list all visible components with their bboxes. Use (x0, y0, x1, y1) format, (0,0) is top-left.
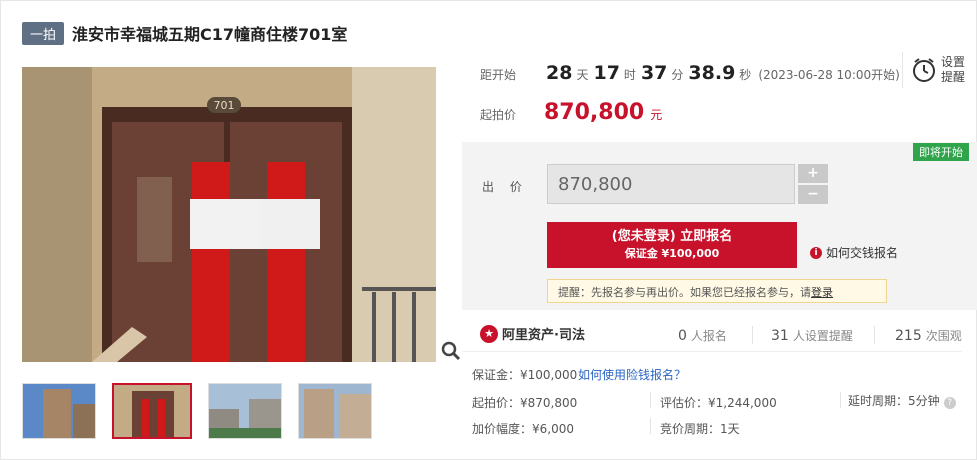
how-to-pay-label: 如何交钱报名 (826, 246, 899, 260)
reminder-count-value: 31 (771, 328, 789, 344)
divider (650, 418, 651, 434)
delay-period: 延时周期：5分钟? (848, 392, 956, 409)
countdown: 距开始 28 天 17 时 37 分 38.9 秒 (2023-06-28 10… (462, 62, 977, 84)
thumbnail-3[interactable] (208, 383, 282, 439)
info-icon: i (810, 246, 822, 259)
divider (650, 392, 651, 408)
delay-period-text: 延时周期：5分钟 (848, 394, 940, 408)
increase-bid-button[interactable]: + (798, 164, 828, 183)
decrease-bid-button[interactable]: − (798, 185, 828, 204)
login-notice: 提醒：先报名参与再出价。如果您已经报名参与，请登录 (547, 279, 887, 303)
start-time: (2023-06-28 10:00开始) (758, 68, 900, 82)
start-price-unit: 元 (650, 108, 663, 122)
divider (874, 326, 875, 344)
help-icon[interactable]: ? (943, 397, 956, 409)
bidding-period: 竞价周期：1天 (660, 422, 740, 436)
view-count: 215 次围观 (895, 327, 962, 344)
ali-logo-icon: ★ (480, 324, 498, 343)
signup-count: 0 人报名 (678, 327, 727, 344)
divider (752, 326, 753, 344)
login-link[interactable]: 登录 (811, 286, 833, 299)
thumbnail-4[interactable] (298, 383, 372, 439)
door-number: 701 (214, 99, 235, 112)
reminder-count: 31 人设置提醒 (771, 327, 853, 344)
bid-amount-input[interactable]: 870,800 (547, 164, 795, 204)
bid-label: 出 价 (482, 180, 528, 194)
auction-round-tag: 一拍 (22, 21, 65, 45)
signup-button[interactable]: (您未登录) 立即报名 保证金 ¥100,000 (547, 222, 797, 268)
hours-unit: 时 (623, 68, 636, 82)
bid-panel: 即将开始 出 价 870,800 + − (您未登录) 立即报名 保证金 ¥10… (462, 142, 977, 310)
countdown-seconds: 38.9 (688, 62, 736, 84)
page-title: 淮安市幸福城五期C17幢商住楼701室 (72, 25, 348, 44)
signup-count-unit: 人报名 (690, 329, 727, 343)
zoom-icon[interactable] (440, 340, 462, 362)
platform-stats-bar: ★ 阿里资产·司法 0 人报名 31 人设置提醒 215 次围观 (462, 318, 962, 352)
thumbnail-1[interactable] (22, 383, 96, 439)
divider (840, 392, 841, 408)
platform-name: 阿里资产·司法 (502, 328, 585, 343)
platform-logo: ★ 阿里资产·司法 (480, 324, 585, 343)
status-badge: 即将开始 (913, 143, 969, 161)
start-price-label: 起拍价 (480, 108, 517, 122)
appraisal-price: 评估价：¥1,244,000 (660, 396, 777, 410)
countdown-hours: 17 (593, 62, 620, 84)
countdown-days: 28 (546, 62, 573, 84)
minutes-unit: 分 (671, 68, 684, 82)
title-bar: 一拍 淮安市幸福城五期C17幢商住楼701室 (22, 20, 347, 46)
how-to-pay-link[interactable]: i 如何交钱报名 (810, 244, 898, 261)
start-price: 起拍价 870,800 元 (462, 100, 662, 125)
notice-text: 提醒：先报名参与再出价。如果您已经报名参与，请 (558, 286, 811, 299)
countdown-label: 距开始 (480, 68, 517, 82)
signup-deposit: 保证金 ¥100,000 (624, 247, 720, 260)
seconds-unit: 秒 (739, 68, 752, 82)
thumbnail-2-selected[interactable] (112, 383, 192, 439)
start-price-detail: 起拍价：¥870,800 (472, 396, 578, 410)
days-unit: 天 (576, 68, 589, 82)
thumbnail-strip (22, 383, 372, 439)
view-count-unit: 次围观 (925, 329, 962, 343)
reminder-count-unit: 人设置提醒 (792, 329, 853, 343)
view-count-value: 215 (895, 328, 922, 344)
set-reminder-label: 设置提醒 (941, 55, 966, 84)
start-price-value: 870,800 (544, 100, 645, 125)
deposit-info: 保证金：¥100,000 (472, 368, 578, 382)
signup-count-value: 0 (678, 328, 687, 344)
set-reminder-button[interactable]: 设置提醒 (902, 52, 977, 88)
main-photo[interactable]: 701 (22, 67, 436, 362)
bid-increment: 加价幅度：¥6,000 (472, 422, 574, 436)
signup-label: (您未登录) 立即报名 (611, 229, 733, 244)
bid-stepper: + − (798, 164, 828, 204)
clock-icon (913, 58, 935, 82)
deposit-help-link[interactable]: 如何使用险钱报名？ (578, 366, 686, 383)
countdown-minutes: 37 (640, 62, 668, 84)
